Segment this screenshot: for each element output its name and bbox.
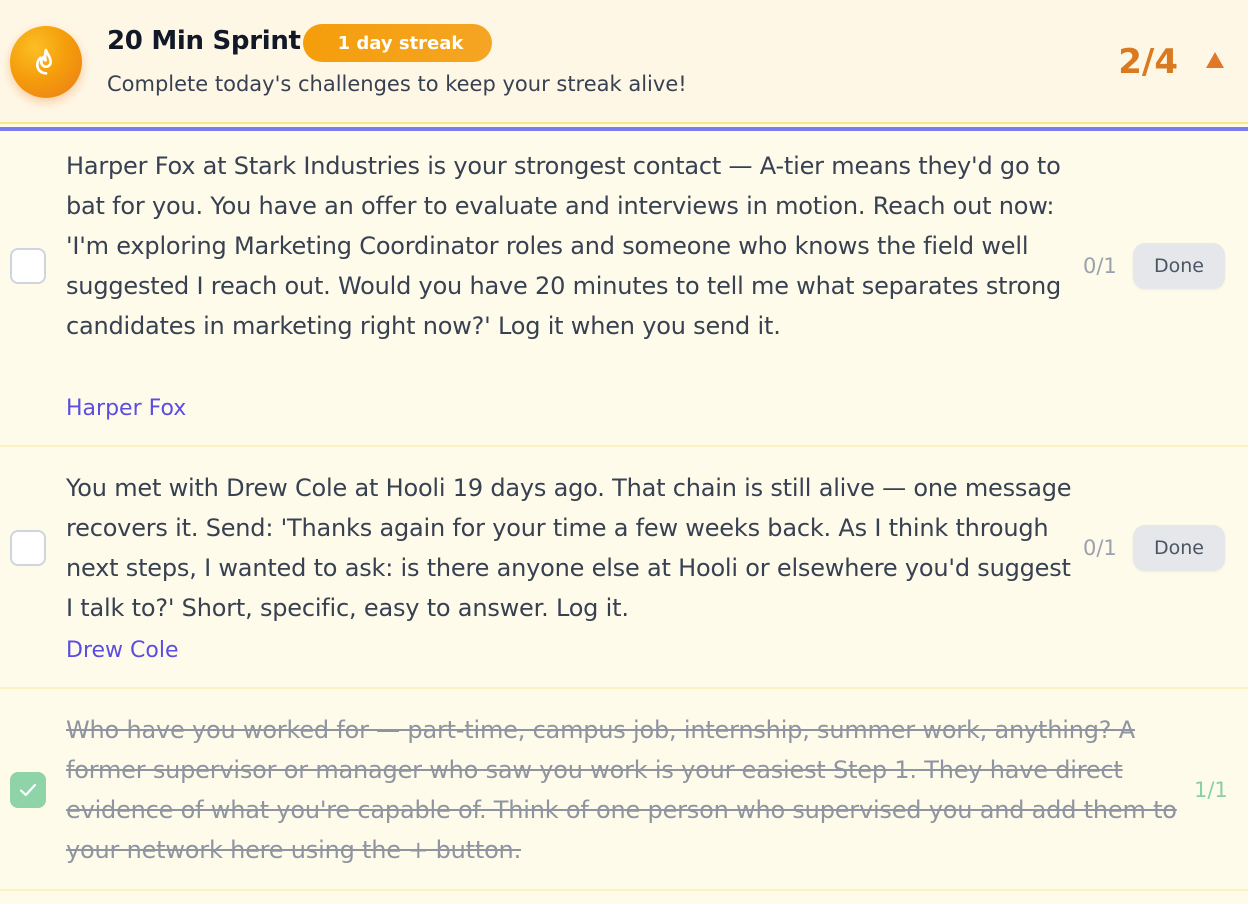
challenge-checkbox[interactable] (10, 772, 46, 808)
challenge-text: Who have you worked for — part-time, cam… (66, 716, 1177, 864)
sprint-panel: 20 Min Sprint 1 day streak Complete toda… (0, 0, 1248, 904)
sprint-subtitle: Complete today's challenges to keep your… (107, 72, 687, 96)
challenge-count: 0/1 (1083, 536, 1117, 560)
challenge-text: You met with Drew Cole at Hooli 19 days … (66, 474, 1072, 622)
challenge-count: 1/1 (1194, 778, 1228, 802)
sprint-header: 20 Min Sprint 1 day streak Complete toda… (0, 0, 1248, 124)
challenge-row: Who have you worked for — part-time, cam… (0, 689, 1248, 891)
flame-icon (10, 26, 82, 98)
checkmark-icon (19, 783, 37, 797)
done-button[interactable]: Done (1133, 243, 1225, 289)
challenge-row: Harper Fox at Stark Industries is your s… (0, 131, 1248, 447)
challenge-checkbox[interactable] (10, 248, 46, 284)
caret-up-icon[interactable] (1204, 50, 1226, 70)
sprint-progress: 2/4 (1118, 42, 1178, 82)
challenge-row: You met with Drew Cole at Hooli 19 days … (0, 447, 1248, 689)
contact-link[interactable]: Harper Fox (66, 396, 186, 421)
challenge-text: Harper Fox at Stark Industries is your s… (66, 152, 1062, 340)
challenge-count: 0/1 (1083, 254, 1117, 278)
contact-link[interactable]: Drew Cole (66, 638, 179, 663)
done-button[interactable]: Done (1133, 525, 1225, 571)
challenge-checkbox[interactable] (10, 530, 46, 566)
streak-badge: 1 day streak (303, 24, 492, 62)
sprint-title: 20 Min Sprint (107, 26, 301, 56)
